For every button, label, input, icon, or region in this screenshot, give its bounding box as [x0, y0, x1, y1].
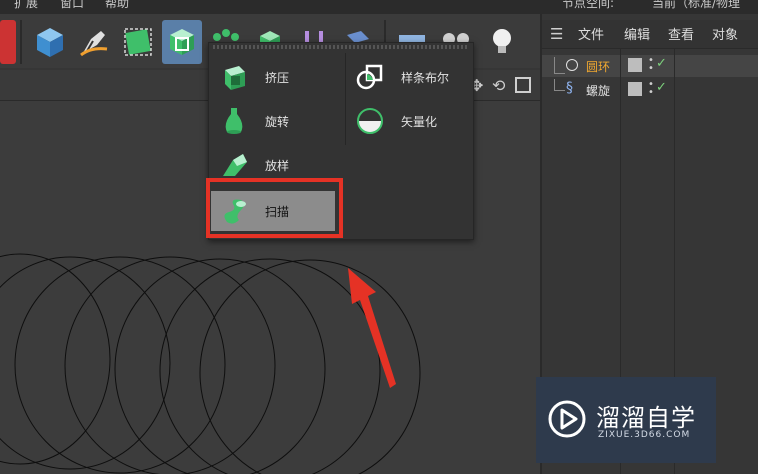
spline-boolean-icon [356, 64, 383, 90]
vectorizer-icon [357, 108, 383, 134]
menu-item-label: 放样 [265, 158, 290, 173]
cube-tool-button[interactable] [30, 20, 70, 64]
om-menu-object[interactable]: 对象 [712, 24, 738, 43]
record-button[interactable] [0, 20, 16, 64]
menu-item-label: 旋转 [265, 114, 290, 129]
menu-grip[interactable] [213, 45, 469, 49]
menu-item-lathe[interactable]: 旋转 [211, 101, 345, 141]
layer-icon[interactable] [628, 82, 642, 96]
menu-item-label: 挤压 [265, 70, 290, 85]
enabled-check-icon[interactable]: ✓ [656, 80, 667, 95]
watermark-title: 溜溜自学 [596, 404, 696, 432]
object-name[interactable]: 圆环 [586, 58, 610, 75]
node-space-label: 节点空间: [562, 0, 615, 10]
rotate-view-icon[interactable]: ⟲ [492, 76, 505, 95]
light-bulb-icon [493, 29, 511, 53]
loft-icon [223, 154, 247, 176]
maximize-view-icon[interactable] [515, 77, 531, 93]
pen-tool-button[interactable] [74, 20, 114, 64]
menu-item-extrude[interactable]: 挤压 [211, 57, 345, 97]
pen-icon [80, 31, 108, 57]
subdivision-button[interactable] [118, 20, 158, 64]
menu-column-divider [345, 53, 346, 145]
subdivision-surface-icon [124, 28, 152, 56]
object-manager-menu: ☰ 文件 编辑 查看 对象 [542, 20, 758, 49]
menu-item-spline-boolean[interactable]: 样条布尔 [347, 57, 471, 97]
object-row-circle[interactable]: 圆环 • • ✓ [542, 55, 758, 77]
om-menu-view[interactable]: 查看 [668, 24, 694, 43]
menu-window[interactable]: 窗口 [60, 0, 84, 11]
menu-help[interactable]: 帮助 [105, 0, 129, 11]
menu-extensions[interactable]: 扩展 [14, 0, 38, 11]
menu-item-vectorizer[interactable]: 矢量化 [347, 101, 471, 141]
extrude-icon [225, 66, 245, 90]
visibility-dots-icon[interactable]: • • [648, 56, 654, 74]
menu-item-label: 样条布尔 [401, 70, 450, 85]
annotation-highlight-box [206, 178, 343, 238]
play-logo-icon [548, 400, 586, 438]
toolbar-separator [20, 20, 22, 64]
om-menu-edit[interactable]: 编辑 [624, 24, 650, 43]
watermark-url: ZIXUE.3D66.COM [598, 430, 691, 440]
tree-line [554, 79, 565, 91]
circle-spline-icon [566, 59, 578, 71]
helix-spline-icon: § [566, 80, 573, 96]
object-name[interactable]: 螺旋 [586, 82, 610, 99]
light-button[interactable] [482, 20, 522, 64]
cube-icon [37, 28, 63, 57]
annotation-arrow [348, 268, 396, 388]
node-space-bar: 节点空间: 当前（标准/物理 [540, 0, 758, 14]
om-menu-file[interactable]: 文件 [578, 24, 604, 43]
enabled-check-icon[interactable]: ✓ [656, 56, 667, 71]
hamburger-icon[interactable]: ☰ [550, 25, 563, 43]
tree-line [554, 57, 565, 74]
generator-cube-icon [170, 29, 194, 55]
lathe-icon [225, 108, 243, 134]
object-row-helix[interactable]: § 螺旋 • • ✓ [542, 79, 758, 101]
layer-icon[interactable] [628, 58, 642, 72]
visibility-dots-icon[interactable]: • • [648, 80, 654, 98]
menu-item-label: 矢量化 [401, 114, 438, 129]
node-space-dropdown[interactable]: 当前（标准/物理 [652, 0, 740, 11]
generators-button[interactable] [162, 20, 202, 64]
